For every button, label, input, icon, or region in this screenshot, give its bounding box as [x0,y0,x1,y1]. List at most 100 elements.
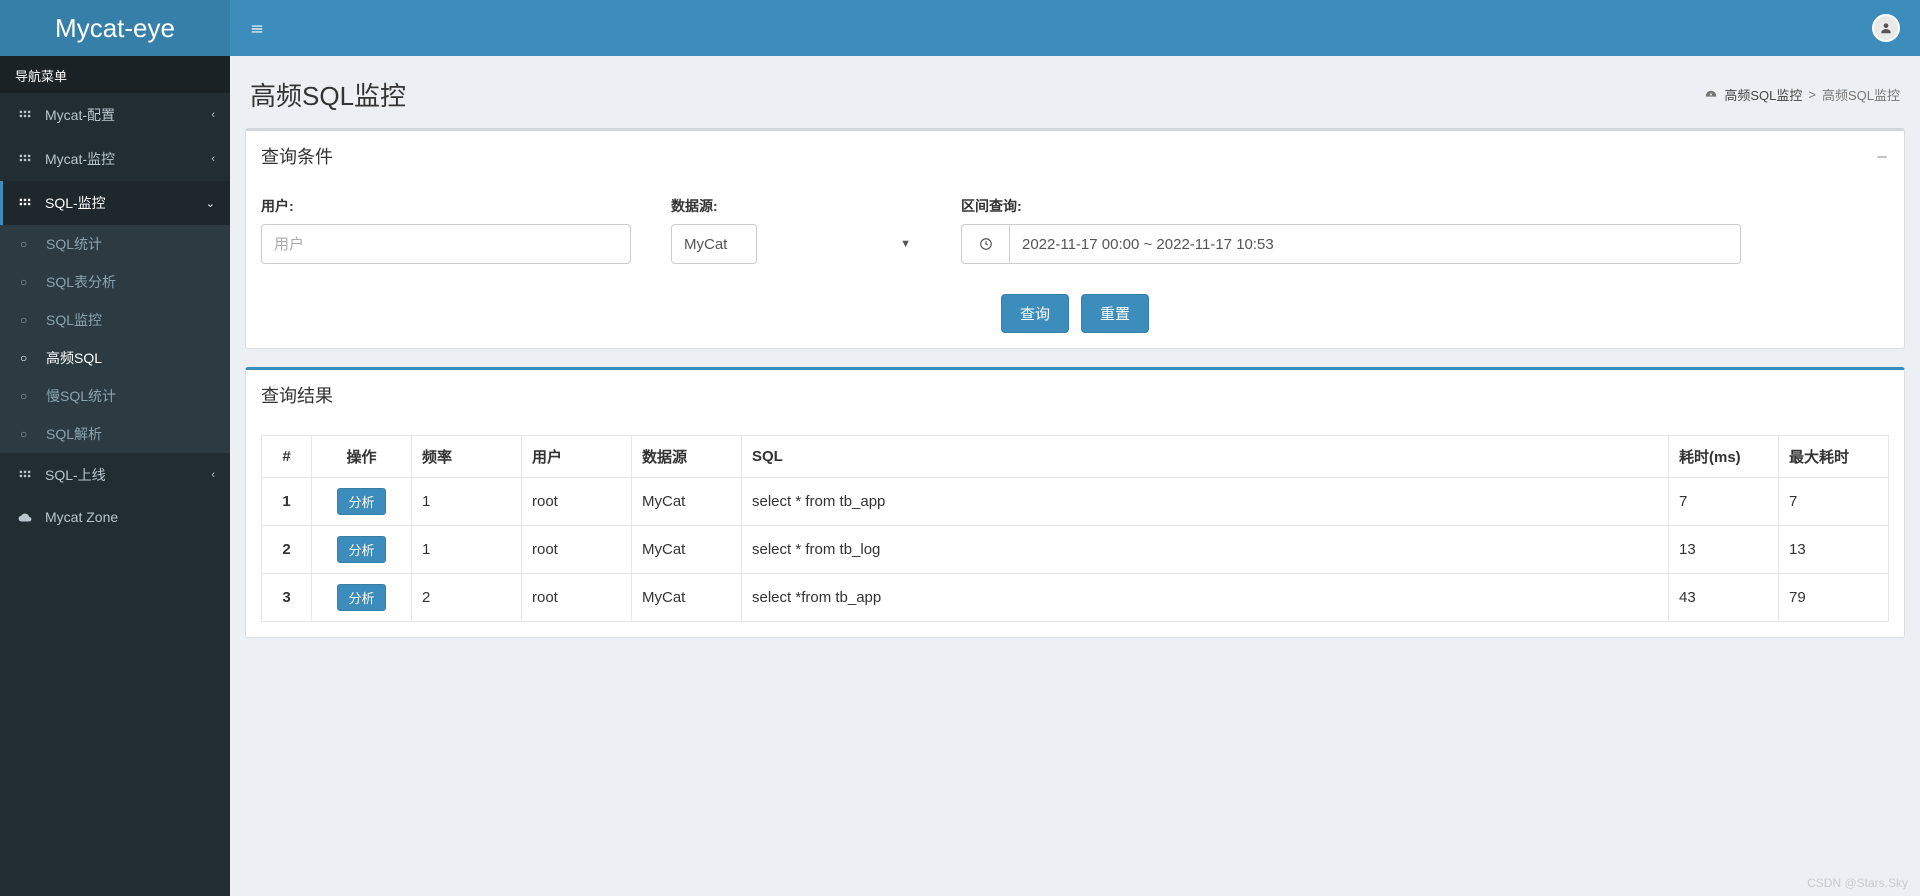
sidebar-item-mycat-monitor[interactable]: Mycat-监控 ‹ [0,137,230,181]
cell-time: 43 [1669,574,1779,622]
user-avatar[interactable] [1872,14,1900,42]
sidebar-item-label: SQL-上线 [45,465,211,485]
app-logo[interactable]: Mycat-eye [0,0,230,56]
cell-maxtime: 13 [1779,526,1889,574]
col-ds-header: 数据源 [632,436,742,478]
col-op-header: 操作 [312,436,412,478]
cell-time: 7 [1669,478,1779,526]
subitem-slow-sql-stats[interactable]: ○ 慢SQL统计 [0,377,230,415]
chevron-left-icon: ‹ [211,153,215,165]
cell-time: 13 [1669,526,1779,574]
results-panel-title: 查询结果 [261,382,333,408]
date-range-input[interactable] [1009,224,1741,264]
circle-icon: ○ [20,351,38,365]
range-label: 区间查询: [961,196,1741,216]
col-sql-header: SQL [742,436,1669,478]
circle-icon: ○ [20,237,38,251]
avatar-icon [1879,21,1893,35]
subitem-sql-stats[interactable]: ○ SQL统计 [0,225,230,263]
filter-panel: 查询条件 用户: 数据源: MyCat ▼ [245,128,1905,349]
datasource-label: 数据源: [671,196,921,216]
table-row: 3 分析 2 root MyCat select *from tb_app 43… [262,574,1889,622]
circle-icon: ○ [20,389,38,403]
col-idx-header: # [262,436,312,478]
reset-button[interactable]: 重置 [1081,294,1149,333]
cell-ds: MyCat [632,574,742,622]
subitem-label: 高频SQL [46,348,102,368]
cell-maxtime: 79 [1779,574,1889,622]
col-time-header: 耗时(ms) [1669,436,1779,478]
cell-ds: MyCat [632,526,742,574]
sidebar: 导航菜单 Mycat-配置 ‹ Mycat-监控 ‹ SQL-监控 ⌄ ○ SQ… [0,56,230,896]
subitem-high-freq-sql[interactable]: ○ 高频SQL [0,339,230,377]
cell-user: root [522,574,632,622]
chevron-left-icon: ‹ [211,469,215,481]
clock-icon [961,224,1009,264]
col-maxtime-header: 最大耗时 [1779,436,1889,478]
chevron-left-icon: ‹ [211,109,215,121]
subitem-label: SQL表分析 [46,272,116,292]
sidebar-item-mycat-zone[interactable]: Mycat Zone [0,497,230,537]
cell-sql: select * from tb_log [742,526,1669,574]
results-panel: 查询结果 # 操作 频率 用户 数据源 SQL 耗时(ms) 最大耗时 [245,367,1905,638]
sidebar-item-sql-monitor[interactable]: SQL-监控 ⌄ [0,181,230,225]
cell-sql: select * from tb_app [742,478,1669,526]
cell-ds: MyCat [632,478,742,526]
grid-icon [15,151,35,167]
datasource-select[interactable]: MyCat [671,224,757,264]
nav-header: 导航菜单 [0,56,230,93]
breadcrumb-sep: > [1808,87,1816,102]
cell-idx: 2 [262,526,312,574]
sidebar-item-label: Mycat Zone [45,509,215,525]
circle-icon: ○ [20,313,38,327]
circle-icon: ○ [20,275,38,289]
cell-user: root [522,478,632,526]
collapse-button[interactable] [1875,148,1889,164]
cell-idx: 3 [262,574,312,622]
sql-monitor-submenu: ○ SQL统计 ○ SQL表分析 ○ SQL监控 ○ 高频SQL ○ 慢SQL统… [0,225,230,453]
results-table: # 操作 频率 用户 数据源 SQL 耗时(ms) 最大耗时 1 分析 1 [261,435,1889,622]
query-button[interactable]: 查询 [1001,294,1069,333]
grid-icon [15,195,35,211]
table-row: 1 分析 1 root MyCat select * from tb_app 7… [262,478,1889,526]
chevron-down-icon: ▼ [900,238,911,250]
cell-freq: 2 [412,574,522,622]
subitem-sql-parse[interactable]: ○ SQL解析 [0,415,230,453]
cloud-icon [15,509,35,525]
page-title: 高频SQL监控 [250,76,406,113]
breadcrumb-leaf: 高频SQL监控 [1822,85,1900,104]
sidebar-toggle[interactable] [250,18,264,39]
subitem-sql-monitor[interactable]: ○ SQL监控 [0,301,230,339]
table-header-row: # 操作 频率 用户 数据源 SQL 耗时(ms) 最大耗时 [262,436,1889,478]
cell-idx: 1 [262,478,312,526]
hamburger-icon [250,22,264,36]
analyze-button[interactable]: 分析 [337,536,385,563]
subitem-sql-table-analysis[interactable]: ○ SQL表分析 [0,263,230,301]
dashboard-icon [1704,86,1718,102]
breadcrumb-root[interactable]: 高频SQL监控 [1724,85,1802,104]
grid-icon [15,467,35,483]
subitem-label: 慢SQL统计 [46,386,116,406]
sidebar-item-label: Mycat-配置 [45,105,211,125]
sidebar-item-label: SQL-监控 [45,193,206,213]
table-row: 2 分析 1 root MyCat select * from tb_log 1… [262,526,1889,574]
cell-sql: select *from tb_app [742,574,1669,622]
subitem-label: SQL统计 [46,234,102,254]
user-label: 用户: [261,196,631,216]
sidebar-item-mycat-config[interactable]: Mycat-配置 ‹ [0,93,230,137]
analyze-button[interactable]: 分析 [337,584,385,611]
user-input[interactable] [261,224,631,264]
cell-maxtime: 7 [1779,478,1889,526]
analyze-button[interactable]: 分析 [337,488,385,515]
circle-icon: ○ [20,427,38,441]
content-area: 高频SQL监控 高频SQL监控 > 高频SQL监控 查询条件 用户: 数据源: [230,56,1920,896]
col-freq-header: 频率 [412,436,522,478]
sidebar-item-label: Mycat-监控 [45,149,211,169]
cell-freq: 1 [412,478,522,526]
grid-icon [15,107,35,123]
filter-panel-title: 查询条件 [261,143,333,169]
sidebar-item-sql-online[interactable]: SQL-上线 ‹ [0,453,230,497]
cell-freq: 1 [412,526,522,574]
subitem-label: SQL解析 [46,424,102,444]
col-user-header: 用户 [522,436,632,478]
